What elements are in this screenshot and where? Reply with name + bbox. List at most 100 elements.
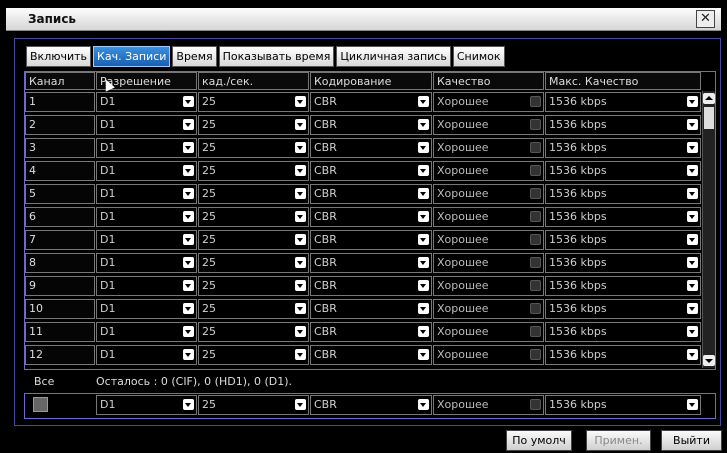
fps-dropdown[interactable]: 25: [198, 161, 309, 181]
max-quality-dropdown[interactable]: 1536 kbps: [545, 184, 701, 204]
quality-dropdown[interactable]: Хорошее: [433, 253, 544, 273]
resolution-dropdown[interactable]: D1: [96, 161, 197, 181]
quality-dropdown[interactable]: Хорошее: [433, 299, 544, 319]
exit-button[interactable]: Выйти: [661, 430, 722, 451]
chevron-down-icon: [418, 119, 429, 130]
resolution-dropdown[interactable]: D1: [96, 299, 197, 319]
quality-dropdown[interactable]: Хорошее: [433, 276, 544, 296]
tab-cyclic-record[interactable]: Цикличная запись: [336, 46, 451, 67]
fps-dropdown[interactable]: 25: [198, 115, 309, 135]
max-quality-dropdown[interactable]: 1536 kbps: [545, 115, 701, 135]
tab-record-quality[interactable]: Кач. Записи: [93, 46, 171, 67]
fps-dropdown[interactable]: 25: [198, 276, 309, 296]
fps-dropdown[interactable]: 25: [198, 92, 309, 112]
encoding-dropdown[interactable]: CBR: [310, 345, 432, 365]
chevron-down-icon: [295, 326, 306, 337]
resolution-dropdown[interactable]: D1: [96, 230, 197, 250]
tab-show-time[interactable]: Показывать время: [218, 46, 335, 67]
encoding-dropdown[interactable]: CBR: [310, 161, 432, 181]
max-quality-dropdown[interactable]: 1536 kbps: [545, 230, 701, 250]
quality-dropdown[interactable]: Хорошее: [433, 322, 544, 342]
max-quality-dropdown[interactable]: 1536 kbps: [545, 92, 701, 112]
all-max-quality-dropdown[interactable]: 1536 kbps: [545, 395, 701, 415]
chevron-down-icon: [687, 188, 698, 199]
quality-dropdown[interactable]: Хорошее: [433, 345, 544, 365]
all-resolution-dropdown[interactable]: D1: [96, 395, 197, 415]
record-settings-window: Запись ✕ Включить Кач. Записи Время Пока…: [0, 0, 727, 453]
channel-number: 4: [25, 161, 95, 181]
table-scrollbar[interactable]: [702, 91, 715, 368]
resolution-dropdown[interactable]: D1: [96, 138, 197, 158]
scroll-thumb[interactable]: [704, 107, 714, 129]
fps-value: 25: [202, 325, 216, 338]
resolution-value: D1: [100, 325, 116, 338]
encoding-dropdown[interactable]: CBR: [310, 207, 432, 227]
encoding-dropdown[interactable]: CBR: [310, 115, 432, 135]
chevron-down-icon: [295, 349, 306, 360]
fps-dropdown[interactable]: 25: [198, 299, 309, 319]
quality-dropdown[interactable]: Хорошее: [433, 184, 544, 204]
max-quality-dropdown[interactable]: 1536 kbps: [545, 161, 701, 181]
fps-dropdown[interactable]: 25: [198, 322, 309, 342]
chevron-down-icon: [183, 399, 194, 410]
resolution-dropdown[interactable]: D1: [96, 345, 197, 365]
quality-dropdown[interactable]: Хорошее: [433, 207, 544, 227]
scroll-down-icon[interactable]: [703, 355, 715, 366]
max-quality-dropdown[interactable]: 1536 kbps: [545, 322, 701, 342]
encoding-dropdown[interactable]: CBR: [310, 253, 432, 273]
resolution-dropdown[interactable]: D1: [96, 92, 197, 112]
max-quality-value: 1536 kbps: [549, 302, 607, 315]
max-quality-dropdown[interactable]: 1536 kbps: [545, 253, 701, 273]
max-quality-dropdown[interactable]: 1536 kbps: [545, 207, 701, 227]
chevron-down-icon: [687, 399, 698, 410]
quality-dropdown[interactable]: Хорошее: [433, 161, 544, 181]
channel-value: 2: [29, 118, 36, 131]
resolution-dropdown[interactable]: D1: [96, 322, 197, 342]
resolution-dropdown[interactable]: D1: [96, 184, 197, 204]
encoding-dropdown[interactable]: CBR: [310, 138, 432, 158]
table-row: 4 D1 25 CBR Хорошее 1536 kbps: [25, 160, 715, 182]
fps-dropdown[interactable]: 25: [198, 345, 309, 365]
encoding-dropdown[interactable]: CBR: [310, 92, 432, 112]
max-quality-value: 1536 kbps: [549, 118, 607, 131]
scroll-up-icon[interactable]: [703, 93, 715, 104]
fps-dropdown[interactable]: 25: [198, 230, 309, 250]
fps-dropdown[interactable]: 25: [198, 138, 309, 158]
encoding-dropdown[interactable]: CBR: [310, 322, 432, 342]
tab-schedule[interactable]: Время: [172, 46, 217, 67]
tab-enable[interactable]: Включить: [26, 46, 92, 67]
fps-dropdown[interactable]: 25: [198, 253, 309, 273]
quality-dropdown[interactable]: Хорошее: [433, 230, 544, 250]
max-quality-dropdown[interactable]: 1536 kbps: [545, 138, 701, 158]
encoding-dropdown[interactable]: CBR: [310, 184, 432, 204]
encoding-value: CBR: [314, 279, 337, 292]
max-quality-dropdown[interactable]: 1536 kbps: [545, 299, 701, 319]
resolution-dropdown[interactable]: D1: [96, 276, 197, 296]
all-fps-dropdown[interactable]: 25: [198, 395, 309, 415]
max-quality-dropdown[interactable]: 1536 kbps: [545, 345, 701, 365]
quality-dropdown[interactable]: Хорошее: [433, 115, 544, 135]
max-quality-dropdown[interactable]: 1536 kbps: [545, 276, 701, 296]
resolution-value: D1: [100, 164, 116, 177]
quality-dropdown[interactable]: Хорошее: [433, 92, 544, 112]
resolution-dropdown[interactable]: D1: [96, 207, 197, 227]
fps-dropdown[interactable]: 25: [198, 184, 309, 204]
fps-dropdown[interactable]: 25: [198, 207, 309, 227]
all-quality-dropdown[interactable]: Хорошее: [433, 395, 544, 415]
resolution-dropdown[interactable]: D1: [96, 115, 197, 135]
quality-dropdown[interactable]: Хорошее: [433, 138, 544, 158]
close-button[interactable]: ✕: [696, 10, 715, 28]
default-button[interactable]: По умолч: [506, 430, 572, 451]
table-row: 1 D1 25 CBR Хорошее 1536 kbps: [25, 91, 715, 113]
fps-value: 25: [202, 302, 216, 315]
all-encoding-dropdown[interactable]: CBR: [310, 395, 432, 415]
encoding-dropdown[interactable]: CBR: [310, 299, 432, 319]
encoding-dropdown[interactable]: CBR: [310, 276, 432, 296]
all-channels-checkbox[interactable]: [33, 397, 48, 412]
chevron-down-icon: [530, 119, 541, 130]
tab-snapshot[interactable]: Снимок: [452, 46, 505, 67]
encoding-dropdown[interactable]: CBR: [310, 230, 432, 250]
chevron-down-icon: [418, 211, 429, 222]
apply-button[interactable]: Примен.: [586, 430, 651, 451]
resolution-dropdown[interactable]: D1: [96, 253, 197, 273]
